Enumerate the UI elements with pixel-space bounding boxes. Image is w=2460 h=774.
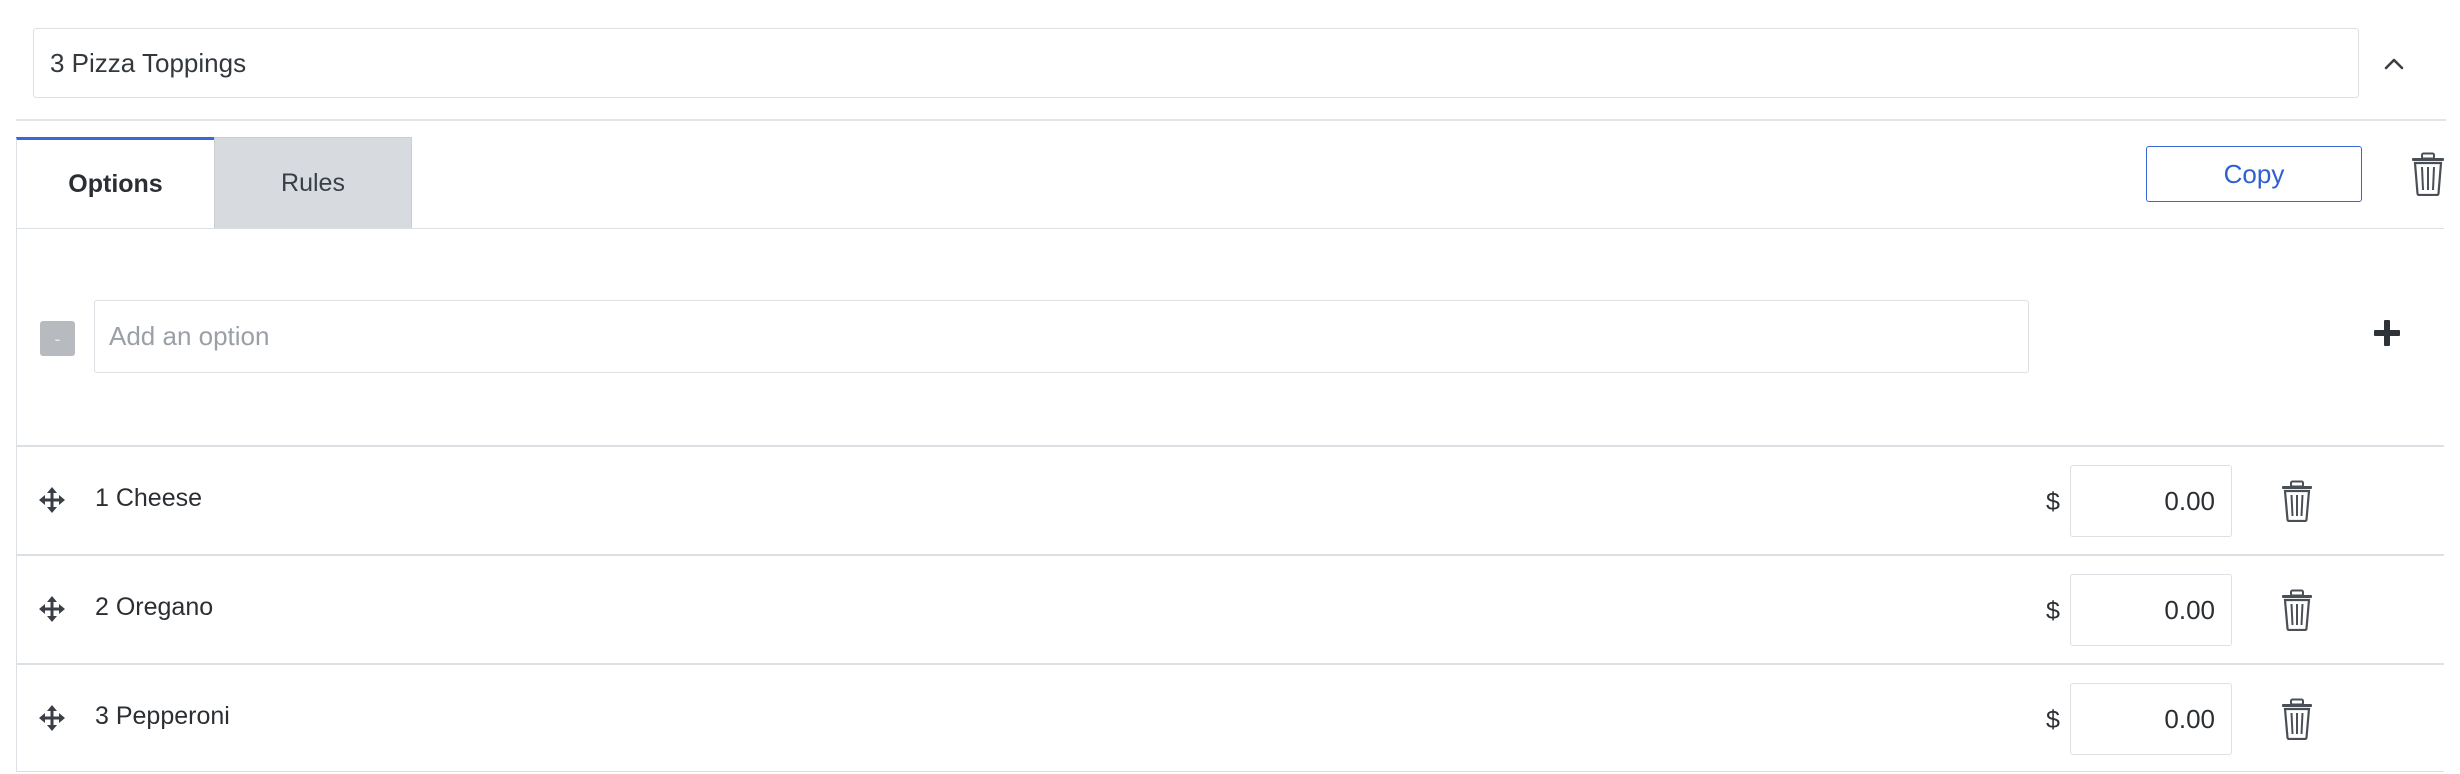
plus-icon[interactable] [2370, 316, 2404, 350]
divider [16, 119, 2446, 121]
option-row: 2 Oregano $ [16, 555, 2444, 664]
chevron-up-icon [2384, 58, 2404, 70]
copy-button[interactable]: Copy [2146, 146, 2362, 202]
price-input[interactable] [2070, 465, 2232, 537]
group-title-field[interactable]: 3 Pizza Toppings [33, 28, 2359, 98]
price-input[interactable] [2070, 683, 2232, 755]
trash-icon[interactable] [2410, 152, 2446, 196]
collapse-button[interactable] [2374, 44, 2414, 84]
group-title: 3 Pizza Toppings [50, 47, 247, 78]
option-row: 1 Cheese $ [16, 446, 2444, 555]
option-group-editor: 3 Pizza Toppings Options Rules Copy - Ad… [0, 0, 2460, 774]
select-all-checkbox: - [40, 321, 75, 356]
currency-symbol: $ [2046, 488, 2060, 516]
option-name: 1 Cheese [95, 484, 203, 512]
move-icon[interactable] [38, 704, 66, 732]
tab-rules[interactable]: Rules [214, 137, 412, 228]
move-icon[interactable] [38, 595, 66, 623]
tab-rules-label: Rules [281, 168, 345, 197]
move-icon[interactable] [38, 486, 66, 514]
tab-options[interactable]: Options [16, 137, 214, 228]
option-row: 3 Pepperoni $ [16, 664, 2444, 773]
trash-icon[interactable] [2280, 480, 2314, 522]
option-name: 3 Pepperoni [95, 702, 230, 730]
trash-icon[interactable] [2280, 589, 2314, 631]
currency-symbol: $ [2046, 597, 2060, 625]
dash-icon: - [54, 328, 61, 349]
currency-symbol: $ [2046, 706, 2060, 734]
price-input[interactable] [2070, 574, 2232, 646]
tab-options-label: Options [68, 169, 163, 198]
add-option-input[interactable] [94, 300, 2029, 373]
trash-icon[interactable] [2280, 698, 2314, 740]
option-name: 2 Oregano [95, 593, 214, 621]
